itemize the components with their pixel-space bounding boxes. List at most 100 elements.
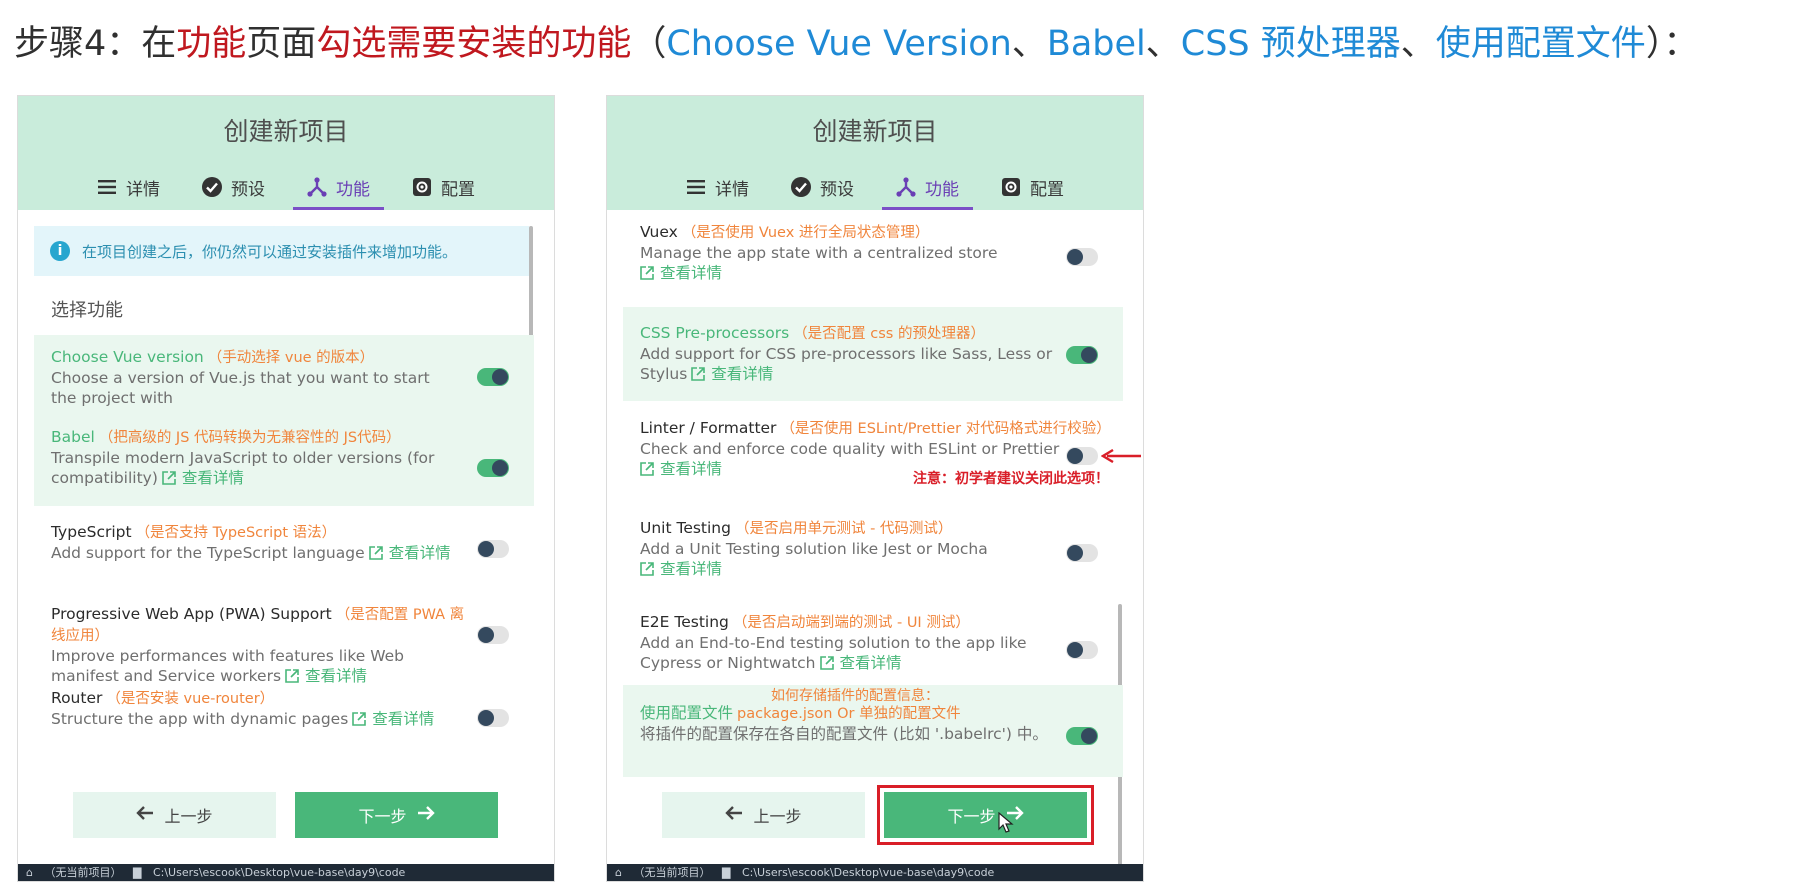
feature-toggle[interactable] — [1066, 544, 1098, 562]
toggle-knob — [1067, 249, 1083, 265]
feature-desc: Structure the app with dynamic pages — [51, 710, 349, 728]
feature-vuex[interactable]: Vuex （是否使用 Vuex 进行全局状态管理） Manage the app … — [623, 212, 1133, 290]
status-path[interactable]: C:\Users\escook\Desktop\vue-base\day9\co… — [742, 866, 994, 879]
heading-blue-1: Choose Vue Version — [666, 24, 1012, 64]
next-button-label: 下一步 — [947, 807, 996, 826]
details-link[interactable]: 查看详情 — [389, 544, 451, 562]
heading-sep-2: 、 — [1145, 24, 1181, 64]
prev-button[interactable]: 上一步 — [73, 792, 276, 838]
features-body: i 在项目创建之后，你仍然可以通过安装插件来增加功能。 选择功能 Choose … — [18, 210, 554, 881]
feature-desc: Choose a version of Vue.js that you want… — [51, 369, 430, 407]
fork-icon — [307, 177, 327, 197]
feature-toggle[interactable] — [1066, 641, 1098, 659]
feature-babel[interactable]: Babel （把高级的 JS 代码转换为无兼容性的 JS代码） Transpile… — [34, 413, 534, 506]
details-link[interactable]: 查看详情 — [660, 264, 722, 282]
feature-unit-testing[interactable]: Unit Testing （是否启用单元测试 - 代码测试） Add a Unit… — [623, 506, 1133, 584]
feature-desc: Add a Unit Testing solution like Jest or… — [640, 540, 988, 558]
home-icon[interactable]: ⌂ — [26, 866, 33, 879]
feature-typescript[interactable]: TypeScript （是否支持 TypeScript 语法） Add suppo… — [34, 506, 544, 582]
feature-toggle[interactable] — [477, 626, 509, 644]
heading-prefix: 步骤4：在 — [14, 24, 177, 64]
tab-label: 预设 — [820, 179, 854, 200]
external-link-icon — [691, 366, 706, 386]
toggle-knob — [478, 627, 494, 643]
list-icon — [97, 177, 117, 197]
details-link[interactable]: 查看详情 — [305, 667, 367, 685]
details-link[interactable]: 查看详情 — [182, 469, 244, 487]
feature-toggle[interactable] — [1066, 248, 1098, 266]
check-circle-icon — [791, 177, 811, 197]
feature-desc: Check and enforce code quality with ESLi… — [640, 440, 1060, 458]
features-body: Vuex （是否使用 Vuex 进行全局状态管理） Manage the app … — [607, 210, 1143, 881]
details-link[interactable]: 查看详情 — [711, 365, 773, 383]
feature-css-preprocessors[interactable]: CSS Pre-processors （是否配置 css 的预处理器） Add s… — [623, 307, 1123, 401]
feature-choose-vue-version[interactable]: Choose Vue version （手动选择 vue 的版本） Choose … — [34, 335, 534, 413]
feature-router[interactable]: Router （是否安装 vue-router） Structure the ap… — [34, 684, 544, 750]
feature-name: CSS Pre-processors — [640, 324, 790, 342]
prev-button[interactable]: 上一步 — [662, 792, 865, 838]
heading-open: （ — [631, 24, 667, 64]
prev-button-label: 上一步 — [753, 807, 802, 826]
toggle-knob — [1067, 448, 1083, 464]
feature-config-file[interactable]: 如何存储插件的配置信息： 使用配置文件 package.json Or 单独的配置… — [623, 685, 1123, 777]
arrow-left-icon — [136, 805, 154, 825]
step-heading: 步骤4：在功能页面勾选需要安装的功能（Choose Vue Version、Ba… — [14, 18, 1794, 70]
toggle-knob — [478, 541, 494, 557]
feature-desc: Manage the app state with a centralized … — [640, 244, 998, 262]
gear-icon — [1001, 177, 1021, 197]
feature-toggle[interactable] — [477, 709, 509, 727]
fork-icon — [896, 177, 916, 197]
feature-toggle[interactable] — [1066, 727, 1098, 745]
arrow-right-icon — [417, 805, 435, 825]
details-link[interactable]: 查看详情 — [840, 654, 902, 672]
tab-config[interactable]: 配置 — [398, 164, 489, 210]
toggle-knob — [1081, 347, 1097, 363]
feature-pwa[interactable]: Progressive Web App (PWA) Support （是否配置 P… — [34, 590, 544, 685]
status-project[interactable]: （无当前项目） — [633, 866, 710, 879]
feature-toggle[interactable] — [477, 540, 509, 558]
details-link[interactable]: 查看详情 — [660, 460, 722, 478]
feature-toggle[interactable] — [1066, 447, 1098, 465]
tab-features[interactable]: 功能 — [882, 164, 973, 210]
feature-name: Progressive Web App (PWA) Support — [51, 605, 332, 623]
feature-name: Unit Testing — [640, 519, 731, 537]
feature-name: Linter / Formatter — [640, 419, 777, 437]
feature-name: E2E Testing — [640, 613, 729, 631]
feature-linter-formatter[interactable]: Linter / Formatter （是否使用 ESLint/Prettier … — [623, 408, 1141, 494]
tab-details[interactable]: 详情 — [672, 164, 763, 210]
tab-config[interactable]: 配置 — [987, 164, 1078, 210]
folder-icon: ▇ — [721, 866, 731, 879]
feature-note: （是否使用 Vuex 进行全局状态管理） — [681, 225, 930, 241]
feature-toggle[interactable] — [477, 368, 509, 386]
home-icon[interactable]: ⌂ — [615, 866, 622, 879]
right-panel: 创建新项目 详情 预设 功能 配置 Vuex （是否使用 Vuex 进行全局状态… — [606, 95, 1144, 882]
toggle-knob — [492, 460, 508, 476]
info-text: 在项目创建之后，你仍然可以通过安装插件来增加功能。 — [82, 242, 458, 261]
feature-note: （把高级的 JS 代码转换为无兼容性的 JS代码） — [98, 430, 401, 446]
tab-details[interactable]: 详情 — [83, 164, 174, 210]
panel-header: 创建新项目 详情 预设 功能 配置 — [607, 96, 1143, 210]
feature-toggle[interactable] — [1066, 346, 1098, 364]
details-link[interactable]: 查看详情 — [372, 710, 434, 728]
details-link[interactable]: 查看详情 — [660, 560, 722, 578]
arrow-left-icon — [725, 805, 743, 825]
next-button[interactable]: 下一步 — [877, 785, 1094, 845]
toggle-knob — [492, 369, 508, 385]
check-circle-icon — [202, 177, 222, 197]
feature-e2e-testing[interactable]: E2E Testing （是否启动端到端的测试 - UI 测试） Add an E… — [623, 600, 1133, 678]
tab-presets[interactable]: 预设 — [777, 164, 868, 210]
tab-features[interactable]: 功能 — [293, 164, 384, 210]
status-path[interactable]: C:\Users\escook\Desktop\vue-base\day9\co… — [153, 866, 405, 879]
panel-title: 创建新项目 — [223, 117, 349, 146]
heading-blue-4: 使用配置文件 — [1435, 24, 1646, 64]
feature-note: （是否启动端到端的测试 - UI 测试） — [732, 615, 970, 631]
next-button[interactable]: 下一步 — [295, 792, 498, 838]
feature-toggle[interactable] — [477, 459, 509, 477]
prev-button-label: 上一步 — [164, 807, 213, 826]
heading-sep-1: 、 — [1011, 24, 1047, 64]
feature-name: Choose Vue version — [51, 348, 204, 366]
status-project[interactable]: （无当前项目） — [44, 866, 121, 879]
tab-presets[interactable]: 预设 — [188, 164, 279, 210]
folder-icon: ▇ — [132, 866, 142, 879]
heading-red-2: 勾选需要安装的功能 — [316, 24, 632, 64]
